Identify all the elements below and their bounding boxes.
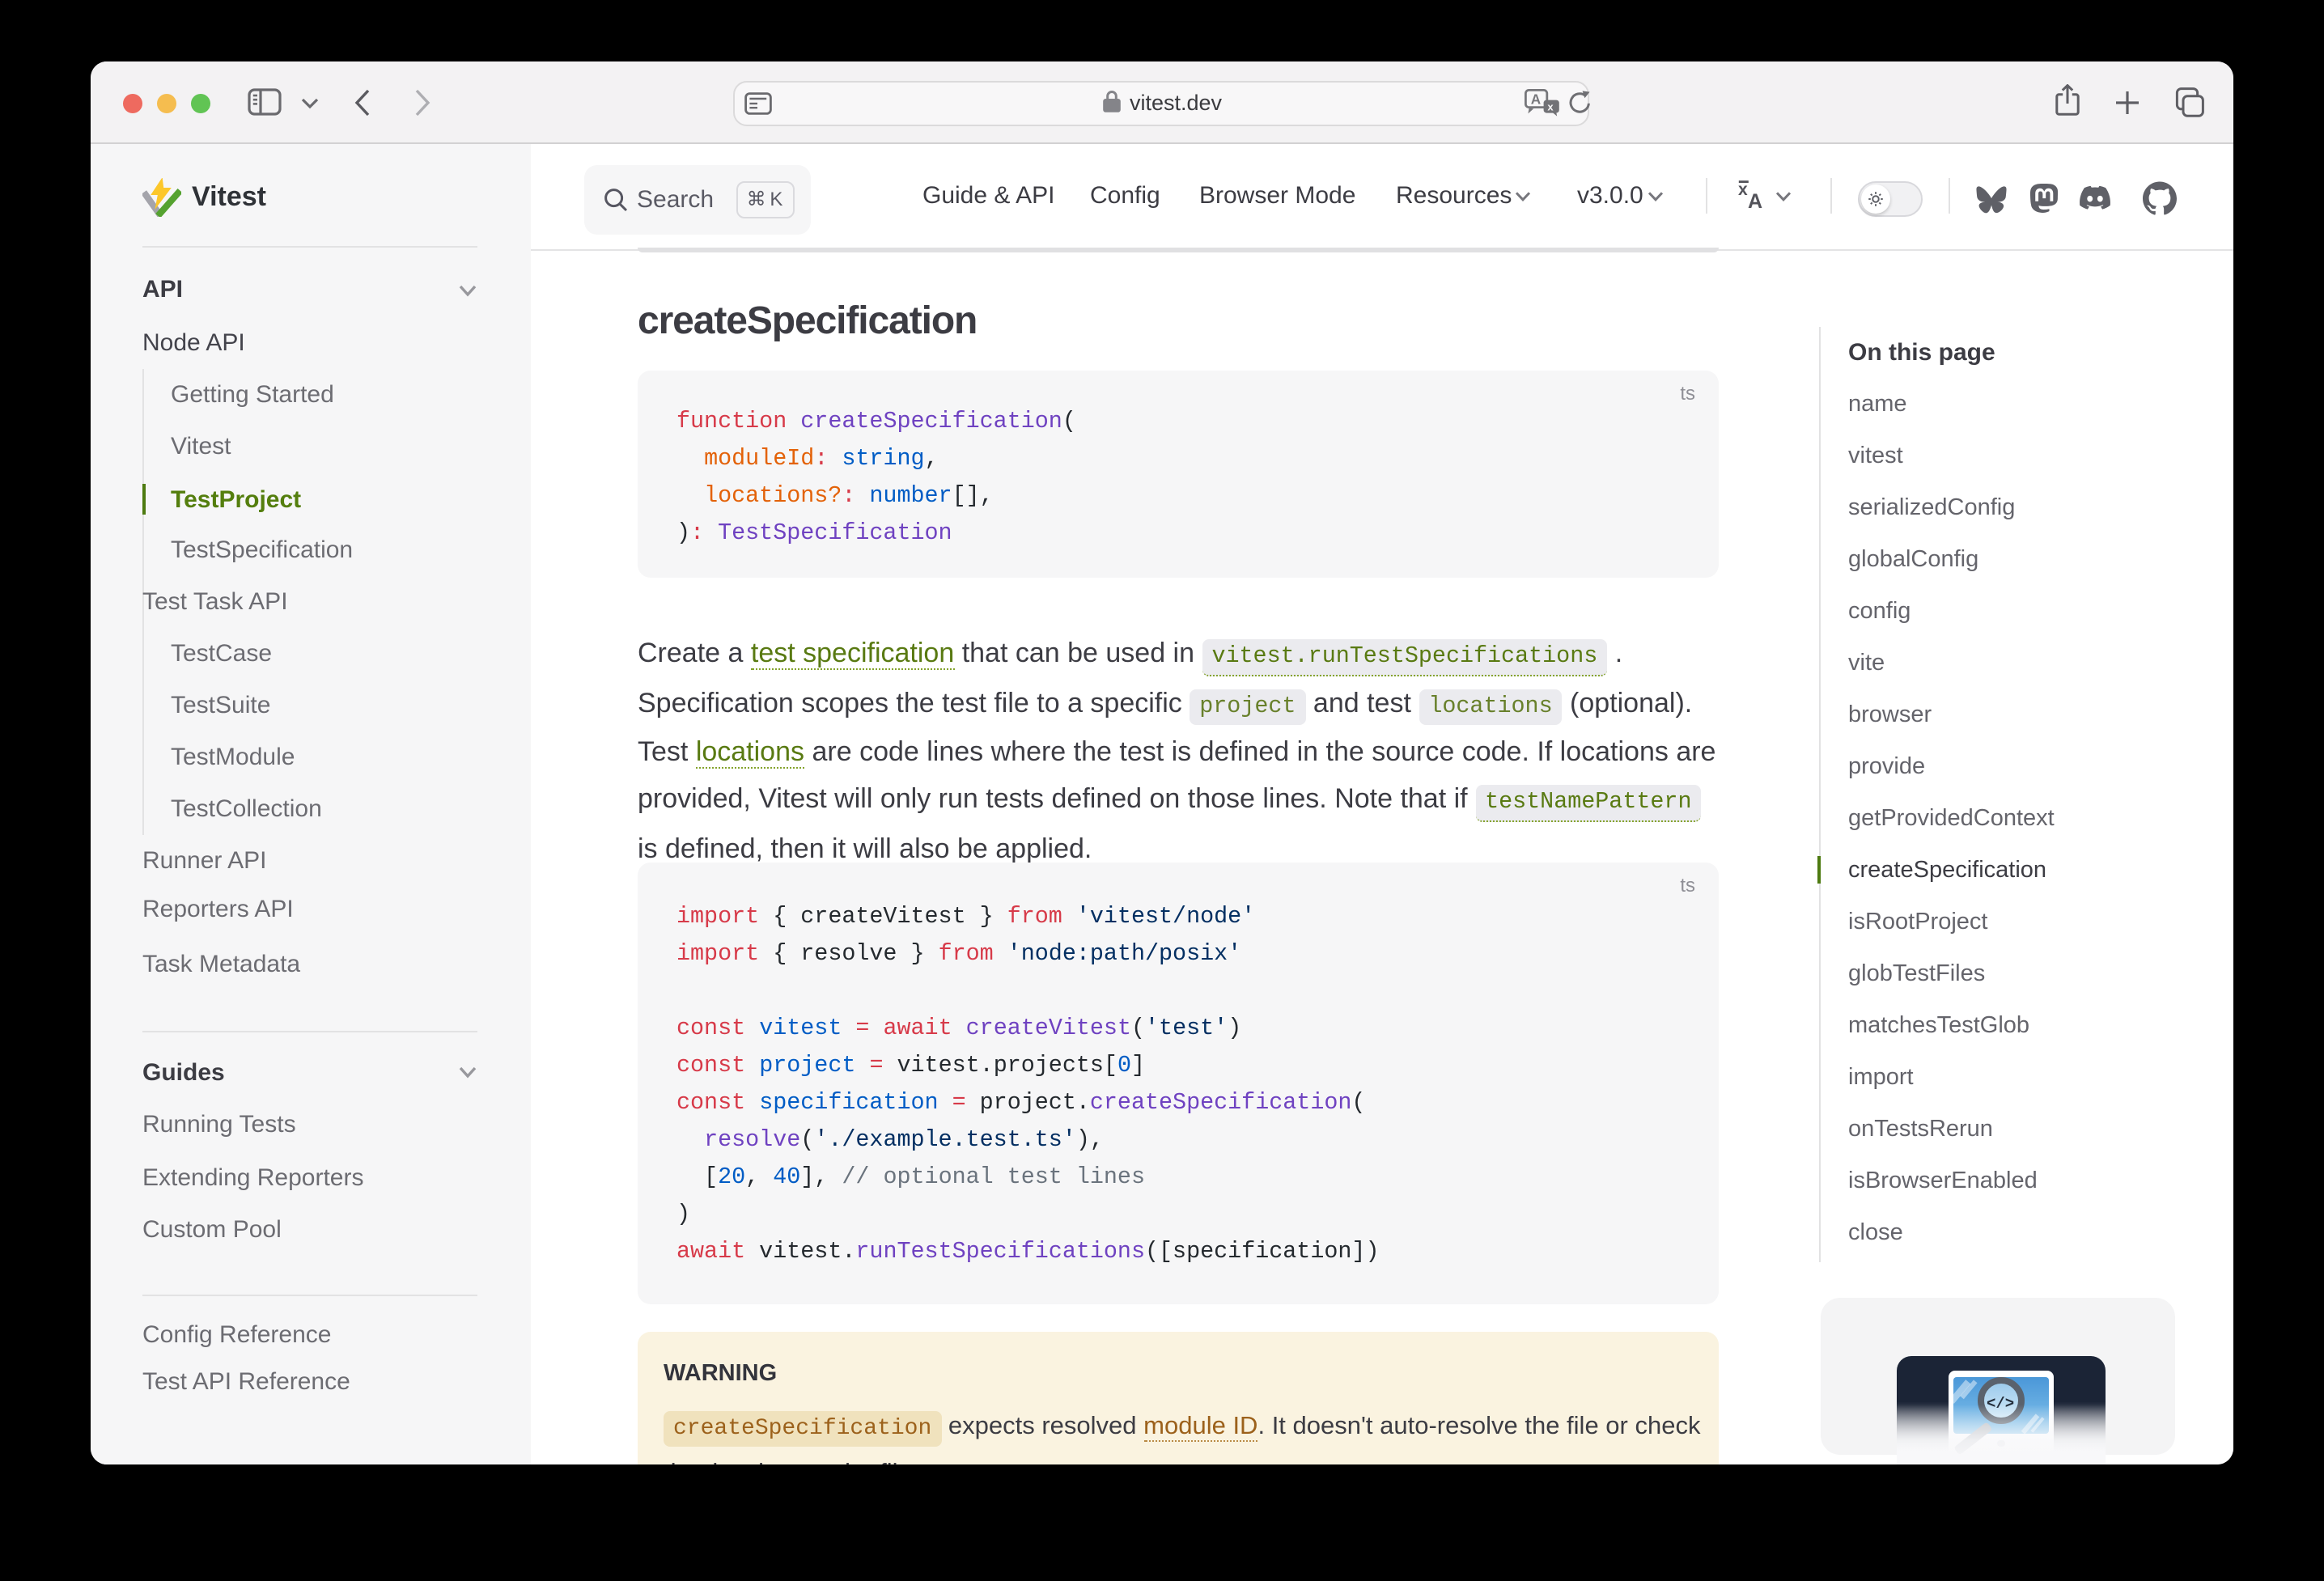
svg-text:A: A	[1748, 189, 1762, 210]
svg-text:A: A	[1531, 91, 1541, 108]
svg-text:x: x	[1547, 100, 1554, 112]
svg-text:x: x	[1738, 180, 1748, 198]
